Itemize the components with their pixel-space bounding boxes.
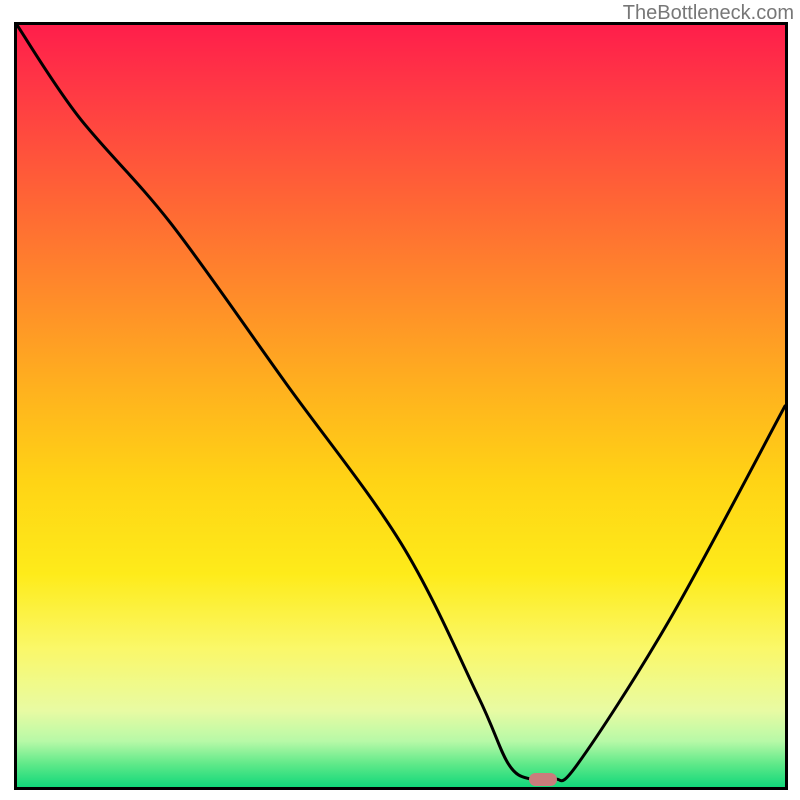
optimal-point-marker	[529, 773, 557, 786]
watermark-text: TheBottleneck.com	[623, 2, 794, 25]
chart-plot-area	[14, 22, 788, 790]
bottleneck-curve	[17, 25, 785, 787]
